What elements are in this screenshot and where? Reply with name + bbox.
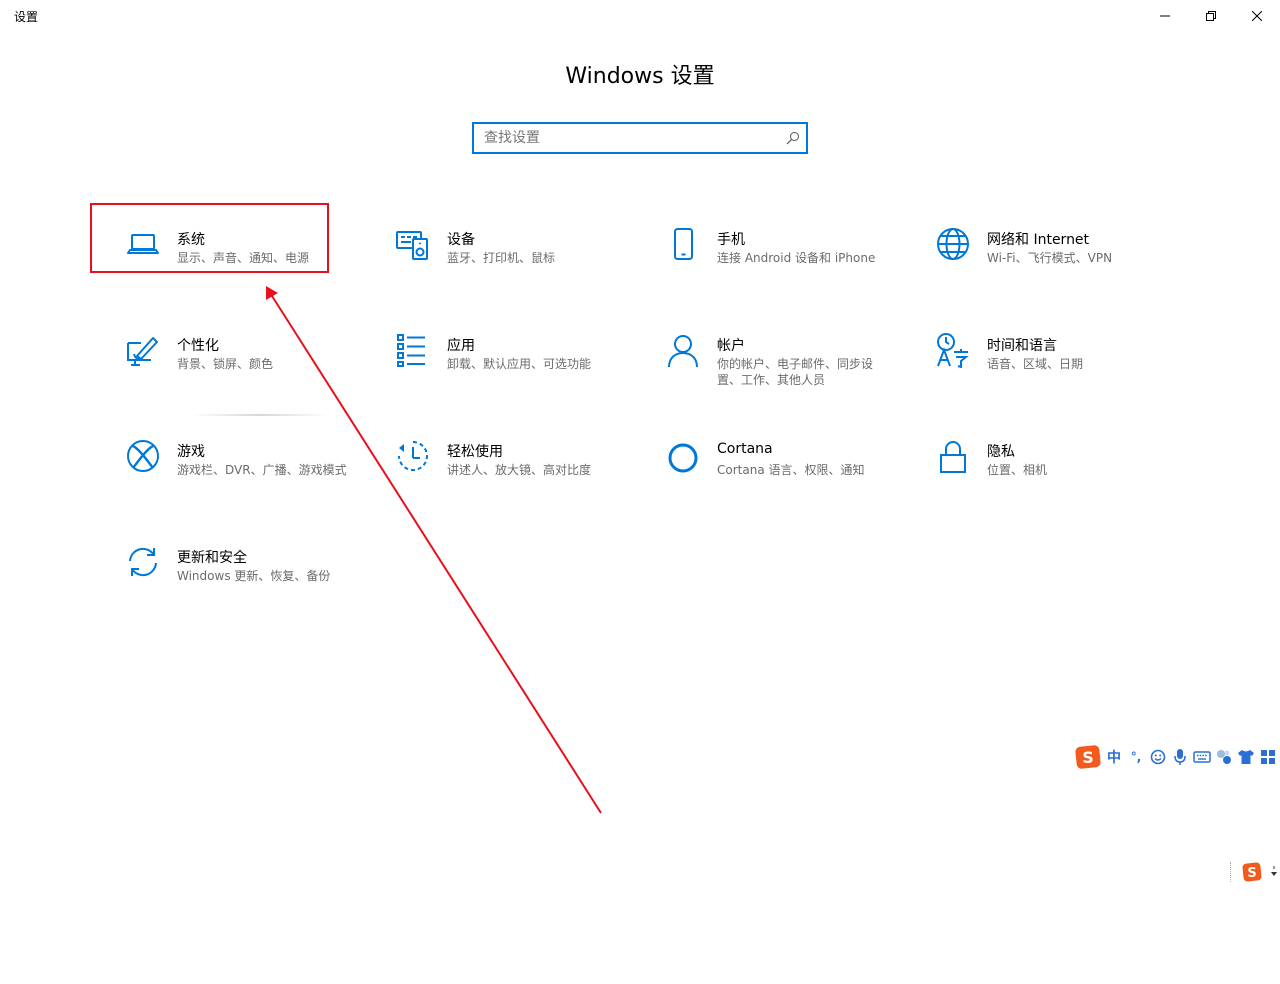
annotation-highlight-box bbox=[90, 203, 329, 273]
category-desc: 位置、相机 bbox=[987, 463, 1048, 477]
category-devices[interactable]: 设备 蓝牙、打印机、鼠标 bbox=[365, 212, 605, 282]
category-name: 轻松使用 bbox=[447, 444, 503, 460]
category-desc: Windows 更新、恢复、备份 bbox=[177, 569, 331, 583]
category-ease-of-access[interactable]: 轻松使用 讲述人、放大镜、高对比度 bbox=[365, 424, 605, 494]
category-desc: 背景、锁屏、颜色 bbox=[177, 357, 274, 371]
category-name: Cortana bbox=[717, 441, 773, 457]
category-update-security[interactable]: 更新和安全 Windows 更新、恢复、备份 bbox=[95, 530, 335, 600]
category-accounts[interactable]: 帐户 你的帐户、电子邮件、同步设置、工作、其他人员 bbox=[635, 318, 875, 388]
category-network[interactable]: 网络和 Internet Wi-Fi、飞行模式、VPN bbox=[905, 212, 1145, 282]
time-language-icon bbox=[937, 333, 969, 368]
category-phone[interactable]: 手机 连接 Android 设备和 iPhone bbox=[635, 212, 875, 282]
sogou-mini-logo-icon[interactable]: S bbox=[1241, 861, 1263, 883]
sogou-logo-icon[interactable]: S bbox=[1073, 745, 1103, 769]
close-icon bbox=[1252, 11, 1262, 21]
lock-icon bbox=[940, 441, 966, 473]
phone-icon bbox=[674, 228, 693, 260]
category-desc: 蓝牙、打印机、鼠标 bbox=[447, 251, 556, 265]
emoji-icon[interactable] bbox=[1147, 746, 1169, 768]
grid-icon[interactable] bbox=[1257, 746, 1279, 768]
category-name: 时间和语言 bbox=[987, 338, 1057, 354]
tools-icon[interactable] bbox=[1213, 746, 1235, 768]
category-name: 游戏 bbox=[177, 444, 205, 460]
category-name: 更新和安全 bbox=[177, 550, 247, 566]
search-input[interactable] bbox=[474, 124, 784, 152]
category-name: 手机 bbox=[717, 232, 745, 248]
keyboard-icon[interactable] bbox=[1191, 746, 1213, 768]
category-apps[interactable]: 应用 卸载、默认应用、可选功能 bbox=[365, 318, 605, 388]
ime-punctuation-toggle[interactable]: °, bbox=[1125, 746, 1147, 768]
minimize-icon bbox=[1160, 15, 1170, 17]
person-icon bbox=[668, 335, 698, 368]
ime-mini-status: S bbox=[1230, 859, 1280, 885]
category-name: 帐户 bbox=[717, 338, 745, 354]
svg-text:S: S bbox=[1247, 866, 1256, 881]
category-name: 网络和 Internet bbox=[987, 232, 1090, 248]
ime-toolbar: S 中 °, bbox=[1073, 743, 1280, 771]
ime-language-toggle[interactable]: 中 bbox=[1103, 746, 1125, 768]
restore-button[interactable] bbox=[1188, 0, 1234, 32]
skin-icon[interactable] bbox=[1235, 746, 1257, 768]
category-desc: Wi-Fi、飞行模式、VPN bbox=[987, 251, 1113, 265]
minimize-button[interactable] bbox=[1142, 0, 1188, 32]
category-desc: 你的帐户、电子邮件、同步设置、工作、其他人员 bbox=[717, 357, 874, 387]
search-box bbox=[472, 122, 808, 154]
cortana-icon bbox=[668, 443, 698, 473]
category-name: 隐私 bbox=[987, 444, 1015, 460]
category-desc: 连接 Android 设备和 iPhone bbox=[717, 251, 876, 265]
devices-icon bbox=[396, 231, 428, 260]
ease-of-access-icon bbox=[398, 441, 428, 471]
category-desc: Cortana 语言、权限、通知 bbox=[717, 463, 865, 477]
category-personalization[interactable]: 个性化 背景、锁屏、颜色 bbox=[95, 318, 335, 388]
ime-mini-grip[interactable] bbox=[1230, 862, 1237, 882]
window-title: 设置 bbox=[14, 10, 39, 24]
personalization-icon bbox=[127, 337, 158, 366]
category-desc: 语音、区域、日期 bbox=[987, 357, 1084, 371]
page-title: Windows 设置 bbox=[565, 64, 715, 89]
category-desc: 讲述人、放大镜、高对比度 bbox=[447, 463, 592, 477]
category-desc: 卸载、默认应用、可选功能 bbox=[447, 357, 592, 371]
restore-icon bbox=[1206, 11, 1216, 21]
category-name: 设备 bbox=[447, 232, 475, 248]
category-name: 个性化 bbox=[177, 338, 219, 354]
category-name: 应用 bbox=[447, 338, 475, 354]
category-desc: 游戏栏、DVR、广播、游戏模式 bbox=[177, 463, 347, 477]
svg-text:S: S bbox=[1082, 748, 1094, 767]
divider bbox=[190, 414, 330, 416]
category-gaming[interactable]: 游戏 游戏栏、DVR、广播、游戏模式 bbox=[95, 424, 347, 494]
close-button[interactable] bbox=[1234, 0, 1280, 32]
apps-list-icon bbox=[397, 334, 425, 367]
search-icon[interactable] bbox=[786, 131, 800, 145]
window-controls bbox=[1142, 0, 1280, 32]
microphone-icon[interactable] bbox=[1169, 746, 1191, 768]
globe-icon bbox=[937, 228, 969, 260]
category-time-language[interactable]: 时间和语言 语音、区域、日期 bbox=[905, 318, 1145, 388]
category-cortana[interactable]: Cortana Cortana 语言、权限、通知 bbox=[635, 424, 875, 494]
category-privacy[interactable]: 隐私 位置、相机 bbox=[905, 424, 1145, 494]
update-icon bbox=[129, 547, 157, 577]
ime-expand-icon[interactable] bbox=[1269, 862, 1280, 882]
xbox-icon bbox=[127, 440, 159, 472]
